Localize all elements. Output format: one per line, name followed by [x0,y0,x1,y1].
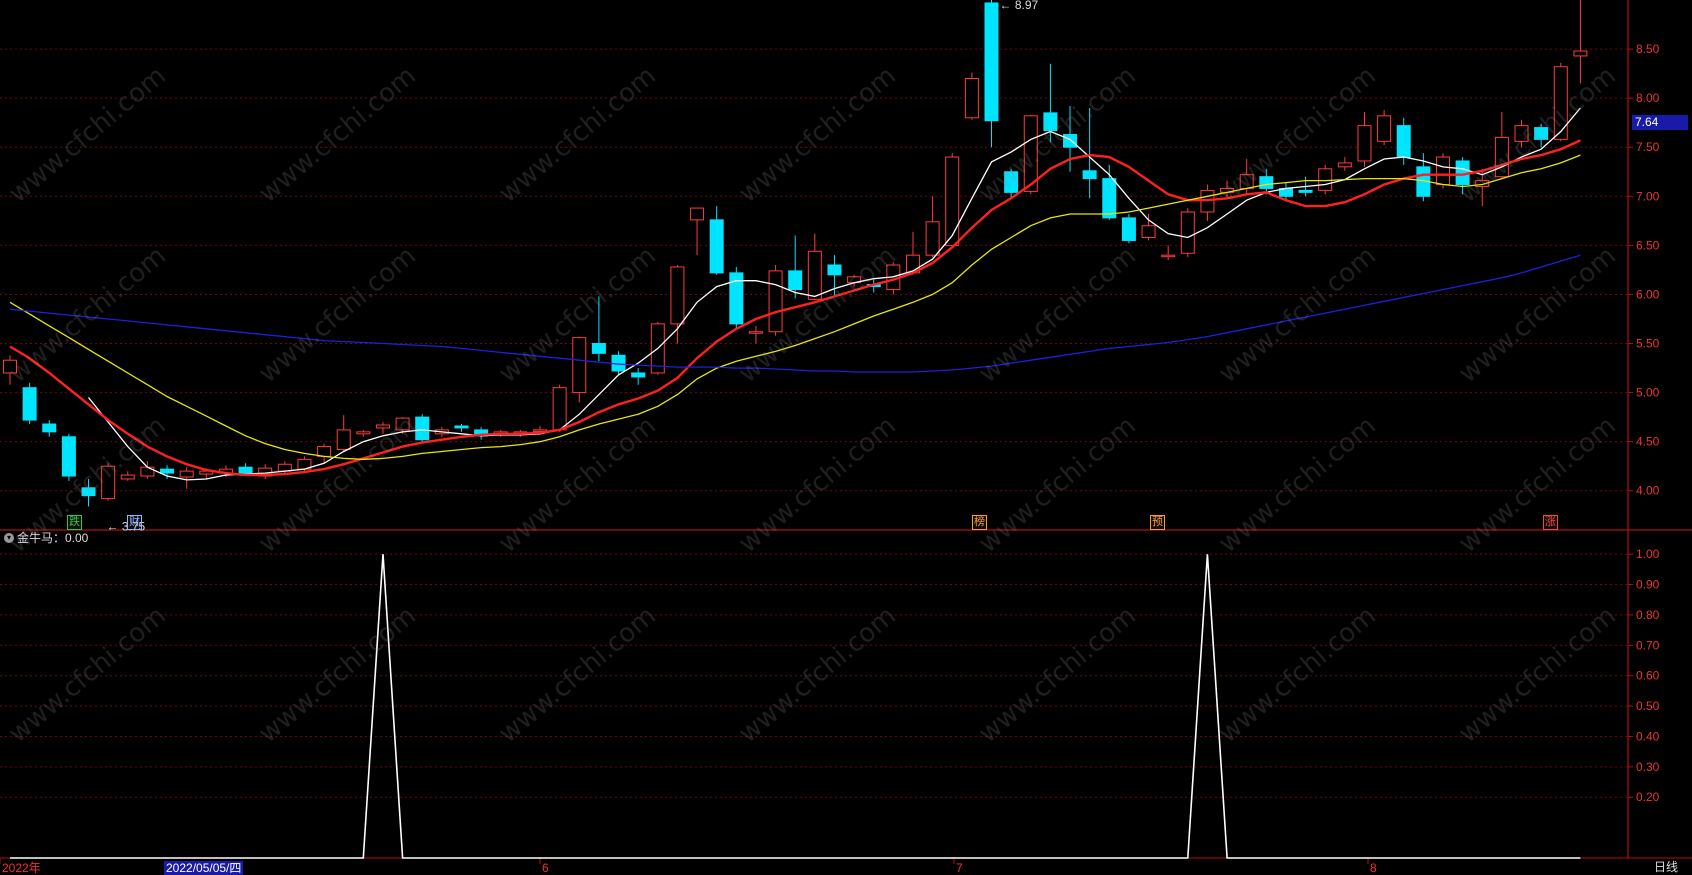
candle-body [1534,127,1549,140]
candle-body [964,78,979,119]
candle-body [807,250,822,300]
indicator-y-tick-label: 0.90 [1636,578,1660,592]
candle-body [1161,254,1176,258]
candle-body [1337,162,1352,168]
indicator-y-tick-label: 0.20 [1636,790,1660,804]
indicator-y-tick-label: 0.40 [1636,729,1660,743]
candle-body [690,207,705,221]
y-tick-label: 6.00 [1636,287,1660,301]
event-tag[interactable]: 财 [127,515,142,530]
candle-body [1553,66,1568,140]
event-tag[interactable]: 榜 [972,515,987,530]
indicator-name: 金牛马：0.00 [17,531,89,545]
candle-body [61,436,76,477]
x-tick-label: 6 [542,861,549,875]
y-tick-label: 4.50 [1636,435,1660,449]
indicator-y-tick-label: 0.50 [1636,699,1660,713]
y-tick-label: 5.00 [1636,386,1660,400]
candle-body [101,465,116,500]
indicator-y-tick-label: 0.30 [1636,760,1660,774]
candle-body [552,387,567,431]
candle-body [356,431,371,435]
candle-body [81,487,96,497]
candle-body [1318,168,1333,191]
indicator-y-tick-label: 0.70 [1636,638,1660,652]
candle-body [1494,136,1509,178]
indicator-y-tick-label: 1.00 [1636,547,1660,561]
high-annotation: ← 8.97 [1000,0,1039,12]
candle-body [1357,125,1372,162]
candle-body [1573,50,1588,57]
collapse-toggle-icon[interactable]: ▾ [4,532,14,543]
event-tag[interactable]: 预 [1150,515,1165,530]
cursor-date: 2022/05/05/四 [164,861,244,875]
candle-body [591,343,606,354]
candle-body [1239,174,1254,189]
candle-body [238,466,253,474]
y-tick-label: 4.00 [1636,484,1660,498]
candle-body [1435,156,1450,186]
candle-body [925,221,940,256]
candle-body [1082,170,1097,180]
candle-body [42,423,57,433]
y-tick-label: 6.50 [1636,238,1660,252]
candle-body [945,156,960,246]
candle-body [317,446,332,457]
candle-body [1102,178,1117,219]
candle-body [1396,125,1411,158]
candle-body [827,264,842,276]
candle-body [1298,189,1313,193]
candle-body [631,372,646,378]
candle-body [179,470,194,478]
candle-body [1043,112,1058,132]
event-tag[interactable]: 涨 [1543,515,1558,530]
y-tick-label: 5.50 [1636,337,1660,351]
candle-body [572,337,587,394]
candle-body [670,266,685,325]
indicator-y-tick-label: 0.60 [1636,669,1660,683]
candle-body [336,429,351,451]
candle-body [1121,217,1136,241]
candle-body [984,2,999,122]
period-label[interactable]: 日线 [1654,858,1678,875]
y-tick-label: 8.00 [1636,91,1660,105]
indicator-label: ▾ 金牛马：0.00 [4,529,88,546]
candle-body [395,417,410,431]
candle-body [768,270,783,333]
candle-body [375,424,390,429]
candle-body [160,468,175,474]
candle-body [22,387,37,421]
x-tick-label: 2022年 [2,861,41,875]
ma-line [9,139,1581,477]
candle-body [748,331,763,334]
x-tick-label: 7 [956,861,963,875]
y-tick-label: 7.50 [1636,140,1660,154]
candle-body [3,359,17,374]
candle-body [1377,115,1392,142]
candle-body [120,474,135,480]
current-price-tag: 7.64 [1632,115,1688,130]
candle-body [709,219,724,274]
candle-body [1063,133,1078,148]
candle-body [1141,225,1156,239]
y-tick-label: 7.00 [1636,189,1660,203]
candle-body [454,425,469,429]
candle-body [1259,176,1274,189]
x-tick-label: 8 [1370,861,1377,875]
indicator-y-tick-label: 0.80 [1636,608,1660,622]
stock-chart[interactable]: 4.00 4.50 5.00 5.50 6.00 6.50 7.00 7.50 8.00 8.50… [0,0,1692,875]
candle-body [140,466,155,477]
candle-body [415,416,430,441]
candle-body [788,270,803,291]
event-tag[interactable]: 跌 [67,515,82,530]
candle-body [1180,211,1195,254]
y-tick-label: 8.50 [1636,42,1660,56]
candle-body [1514,125,1529,142]
candle-body [1004,171,1019,193]
